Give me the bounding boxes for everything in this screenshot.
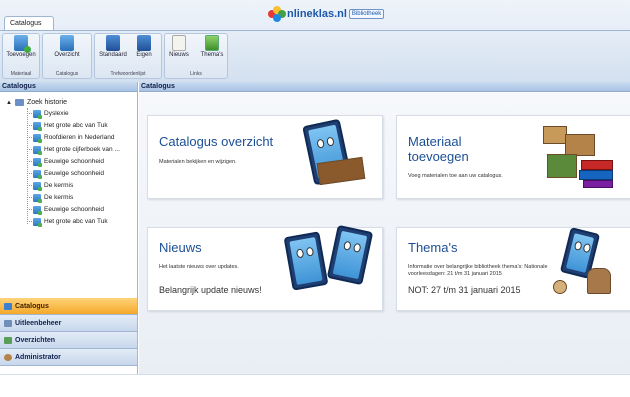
brand-logo: nlineklas.nl Bibliotheek <box>268 6 385 22</box>
card-description: Informatie over belangrijke bibliotheek … <box>408 264 548 277</box>
news-highlight: Belangrijk update nieuws! <box>159 285 262 295</box>
user-icon <box>4 353 12 361</box>
card-title: Materiaal toevoegen <box>408 134 488 164</box>
document-icon <box>33 133 42 143</box>
overview-icon <box>4 336 12 344</box>
document-icon <box>33 169 42 179</box>
document-icon <box>33 109 42 119</box>
card-catalogus-overzicht[interactable]: Catalogus overzicht Materialen bekijken … <box>147 115 383 199</box>
tree-root-label: Zoek historie <box>26 99 68 106</box>
group-label: Catalogus <box>55 71 79 77</box>
tree-item[interactable]: Het grote abc van Tuk <box>27 120 108 131</box>
tree-item[interactable]: Eeuwige schoonheid <box>27 168 104 179</box>
brand-badge: Bibliotheek <box>348 9 385 19</box>
add-document-icon <box>14 35 31 53</box>
news-icon <box>172 35 186 51</box>
card-title-text: Materiaal toevoegen <box>408 134 469 164</box>
document-icon <box>33 145 42 155</box>
tree-item[interactable]: Eeuwige schoonheid <box>27 156 104 167</box>
button-label: Toevoegen <box>6 52 36 58</box>
document-icon <box>33 157 42 167</box>
tree-item-label: De kermis <box>44 182 74 189</box>
nav-administrator[interactable]: Administrator <box>0 349 137 366</box>
card-title: Nieuws <box>159 240 202 255</box>
main-panel: Catalogus Catalogus overzicht Materialen… <box>139 82 630 374</box>
document-icon <box>33 205 42 215</box>
toevoegen-button[interactable]: Toevoegen <box>4 34 38 66</box>
catalog-icon <box>4 302 12 310</box>
tree-item[interactable]: Roofdieren in Nederland <box>27 132 114 143</box>
group-label: Trefwoordenlijst <box>110 71 146 77</box>
nav-catalogus[interactable]: Catalogus <box>0 298 137 315</box>
folder-icon <box>14 99 24 106</box>
tree-item-label: Het grote abc van Tuk <box>44 218 108 225</box>
document-icon <box>33 181 42 191</box>
sidebar-header: Catalogus <box>0 82 137 92</box>
themas-button[interactable]: Thema's <box>196 34 228 66</box>
button-label: Overzicht <box>54 52 80 58</box>
tree-item[interactable]: Eeuwige schoonheid <box>27 204 104 215</box>
card-description: Voeg materialen toe aan uw catalogus. <box>408 173 503 179</box>
brand-name: nlineklas.nl <box>287 8 347 20</box>
card-themas[interactable]: Thema's Informatie over belangrijke bibl… <box>396 227 630 311</box>
nieuws-button[interactable]: Nieuws <box>164 34 194 66</box>
tree-item-label: Eeuwige schoonheid <box>44 170 104 177</box>
card-description: Materialen bekijken en wijzigen. <box>159 159 237 165</box>
button-label: Nieuws <box>169 52 189 58</box>
tablet-icon <box>137 35 151 51</box>
footer-area <box>0 374 630 397</box>
search-history-tree: ▲ Zoek historie Dyslexie Het grote abc v… <box>0 96 138 296</box>
tree-item[interactable]: Het grote cijferboek van ... <box>27 144 120 155</box>
expand-icon[interactable]: ▲ <box>6 100 12 106</box>
sidebar: Catalogus ▲ Zoek historie Dyslexie Het g… <box>0 82 138 374</box>
card-title: Catalogus overzicht <box>159 134 274 149</box>
nav-label: Catalogus <box>15 302 49 310</box>
group-label: Materiaal <box>10 71 32 77</box>
top-ribbon: Catalogus nlineklas.nl Bibliotheek Mater… <box>0 0 630 82</box>
button-label: Standaard <box>99 52 127 58</box>
document-icon <box>33 217 42 227</box>
onlineklas-logo-icon <box>268 6 286 22</box>
card-materiaal-toevoegen[interactable]: Materiaal toevoegen Voeg materialen toe … <box>396 115 630 199</box>
theme-highlight: NOT: 27 t/m 31 januari 2015 <box>408 285 521 295</box>
tree-item[interactable]: Dyslexie <box>27 108 69 119</box>
sidebar-accordion: Catalogus Uitleenbeheer Overzichten Admi… <box>0 298 137 366</box>
button-label: Eigen <box>136 52 152 58</box>
card-description: Het laatste nieuws over updates. <box>159 264 239 270</box>
image-icon <box>205 35 219 51</box>
card-title: Thema's <box>408 240 458 255</box>
tablet-icon <box>106 35 120 51</box>
tree-item[interactable]: De kermis <box>27 192 73 203</box>
tree-item-label: Dyslexie <box>44 110 69 117</box>
eigen-button[interactable]: Eigen <box>129 34 159 66</box>
loan-icon <box>4 319 12 327</box>
nav-uitleenbeheer[interactable]: Uitleenbeheer <box>0 315 137 332</box>
tree-item-label: Het grote cijferboek van ... <box>44 146 120 153</box>
tree-item-label: Roofdieren in Nederland <box>44 134 115 141</box>
nav-label: Uitleenbeheer <box>15 319 62 327</box>
standaard-button[interactable]: Standaard <box>96 34 130 66</box>
app-tab-catalogus[interactable]: Catalogus <box>4 16 54 30</box>
card-nieuws[interactable]: Nieuws Het laatste nieuws over updates. … <box>147 224 383 311</box>
group-label: Links <box>190 71 202 77</box>
nav-overzichten[interactable]: Overzichten <box>0 332 137 349</box>
main-header: Catalogus <box>139 82 630 92</box>
tree-item[interactable]: De kermis <box>27 180 73 191</box>
tree-root[interactable]: ▲ Zoek historie <box>6 99 67 106</box>
nav-label: Overzichten <box>15 336 56 344</box>
tree-item-label: Het grote abc van Tuk <box>44 122 108 129</box>
tree-item[interactable]: Het grote abc van Tuk <box>27 216 108 227</box>
document-icon <box>33 121 42 131</box>
document-icon <box>33 193 42 203</box>
tree-item-label: Eeuwige schoonheid <box>44 206 104 213</box>
documents-icon <box>60 35 74 51</box>
overzicht-button[interactable]: Overzicht <box>50 34 84 66</box>
nav-label: Administrator <box>15 353 61 361</box>
dashboard: Catalogus overzicht Materialen bekijken … <box>139 93 630 374</box>
tree-item-label: Eeuwige schoonheid <box>44 158 104 165</box>
tree-item-label: De kermis <box>44 194 74 201</box>
button-label: Thema's <box>200 52 224 58</box>
